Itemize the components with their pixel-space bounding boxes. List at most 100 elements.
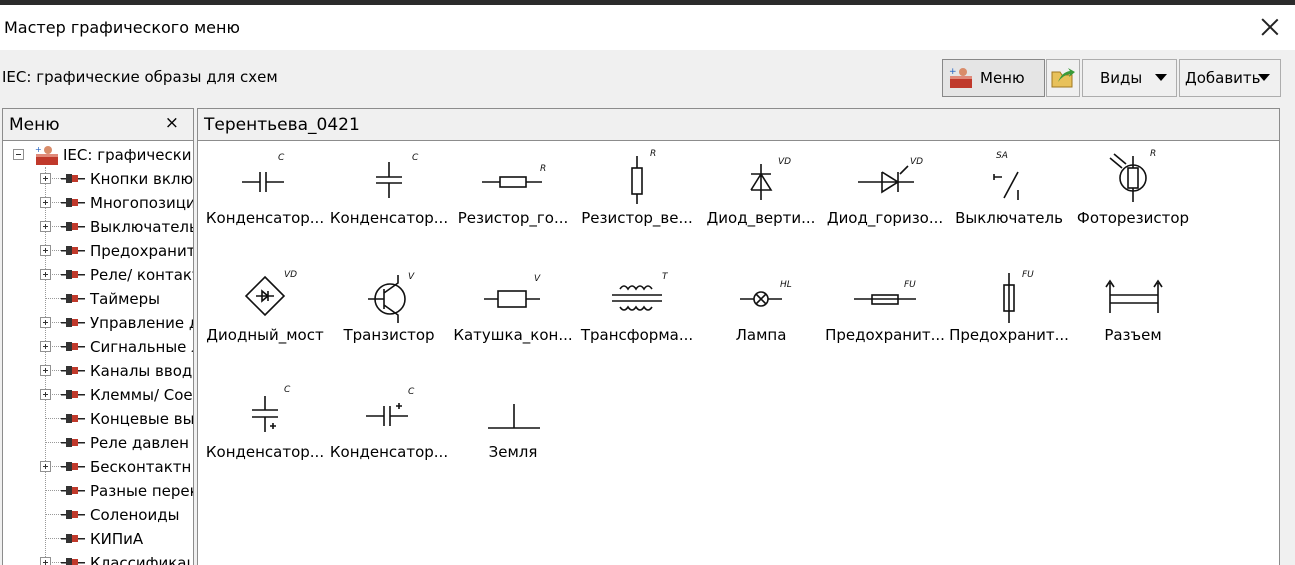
tree-item-label: Соленоиды	[90, 506, 180, 524]
tree-item[interactable]: Кнопки включ	[3, 167, 193, 191]
tree-item-label: Предохранит	[90, 242, 194, 260]
library-subtitle: IEC: графические образы для схем	[2, 68, 278, 86]
svg-text:V: V	[534, 274, 541, 284]
symbol-tile[interactable]: Земля	[451, 376, 575, 488]
tree-expand-icon[interactable]	[40, 461, 51, 472]
symbol-tile[interactable]: FU Предохранит...	[947, 259, 1071, 371]
symbol-tile[interactable]: T Трансформа...	[575, 259, 699, 371]
tree-item[interactable]: КИПиА	[3, 527, 193, 551]
tree-root-item[interactable]: + IEC: графически	[3, 143, 193, 167]
svg-text:+: +	[949, 67, 957, 77]
symbol-tile[interactable]: R Резистор_го...	[451, 142, 575, 254]
add-dropdown-button[interactable]: Добавить	[1179, 59, 1281, 97]
panel-close-icon[interactable]: ×	[165, 113, 179, 133]
symbol-tile[interactable]: Разъем	[1071, 259, 1195, 371]
tree-item[interactable]: Реле/ контакт	[3, 263, 194, 287]
tree-item[interactable]: Концевые вы	[3, 407, 193, 431]
tree-expand-icon[interactable]	[40, 269, 51, 280]
symbol-label: Фоторезистор	[1076, 209, 1190, 227]
tree-item[interactable]: Каналы ввод	[3, 359, 193, 383]
svg-text:C: C	[412, 153, 419, 163]
tree-item[interactable]: Сигнальные л	[3, 335, 193, 359]
menu-toggle-button[interactable]: + Меню	[942, 59, 1045, 97]
tree-item-label: Многопозици	[90, 194, 194, 212]
symbol-tile[interactable]: VD Диод_верти...	[699, 142, 823, 254]
symbol-label: Диод_горизо...	[826, 209, 944, 227]
symbol-tile[interactable]: VD Диод_горизо...	[823, 142, 947, 254]
tree-item-label: Таймеры	[90, 290, 161, 308]
connector-node-icon	[61, 342, 85, 351]
symbol-label: Предохранит...	[949, 326, 1069, 344]
symbol-tile[interactable]: VD Диодный_мост	[203, 259, 327, 371]
connector-node-icon	[61, 390, 85, 399]
tree-item[interactable]: Таймеры	[3, 287, 193, 311]
tree-branch-line	[52, 562, 61, 563]
tree-branch-line	[46, 538, 61, 539]
tree-expand-icon[interactable]	[40, 365, 51, 376]
open-folder-button[interactable]	[1046, 59, 1080, 97]
symbol-tile[interactable]: R Резистор_ве...	[575, 142, 699, 254]
tree-branch-line	[52, 370, 61, 371]
symbol-label: Резистор_го...	[457, 209, 569, 227]
tree-item[interactable]: Бесконтактн	[3, 455, 193, 479]
views-button-label: Виды	[1100, 69, 1143, 87]
close-window-button[interactable]	[1258, 15, 1282, 39]
tree-expand-icon[interactable]	[40, 557, 51, 565]
symbol-label: Предохранит...	[825, 326, 945, 344]
tree-item[interactable]: Соленоиды	[3, 503, 193, 527]
tree-item[interactable]: Управление д	[3, 311, 193, 335]
tree-branch-line	[52, 250, 61, 251]
tree-collapse-icon[interactable]	[13, 149, 24, 160]
tree-item-label: Реле давлен	[90, 434, 189, 452]
symbol-tile[interactable]: HL Лампа	[699, 259, 823, 371]
connector-node-icon	[61, 510, 85, 519]
tree-expand-icon[interactable]	[40, 221, 51, 232]
switch-icon: SA	[993, 151, 1019, 200]
tree-item[interactable]: Классификац	[3, 551, 193, 565]
tree-branch-line	[46, 418, 61, 419]
lamp-icon: HL	[740, 280, 792, 307]
symbol-tile[interactable]: C Конденсатор...	[327, 142, 451, 254]
symbol-tile[interactable]: R Фоторезистор	[1071, 142, 1195, 254]
svg-text:C: C	[408, 387, 415, 397]
symbol-tile[interactable]: C Конденсатор...	[203, 376, 327, 488]
tree-root-label: IEC: графически	[63, 146, 192, 164]
tree-expand-icon[interactable]	[40, 317, 51, 328]
tree-item[interactable]: Разные перек	[3, 479, 193, 503]
symbol-label: Диод_верти...	[706, 209, 816, 227]
tree-expand-icon[interactable]	[40, 389, 51, 400]
tree-item-label: КИПиА	[90, 530, 144, 548]
tree-expand-icon[interactable]	[40, 245, 51, 256]
svg-text:FU: FU	[904, 280, 916, 290]
tree-item-label: Реле/ контакт	[90, 266, 194, 284]
symbol-label: Конденсатор...	[205, 443, 325, 461]
transistor-icon: V	[368, 272, 415, 323]
symbol-label: Конденсатор...	[329, 443, 449, 461]
symbol-tile[interactable]: C Конденсатор...	[327, 376, 451, 488]
connector-node-icon	[61, 294, 85, 303]
tree-item[interactable]: Реле давлен	[3, 431, 193, 455]
tree-item[interactable]: Предохранит	[3, 239, 194, 263]
tree-expand-icon[interactable]	[40, 173, 51, 184]
symbol-tile[interactable]: SA Выключатель	[947, 142, 1071, 254]
connector-node-icon	[61, 222, 85, 231]
symbol-tile[interactable]: C Конденсатор...	[203, 142, 327, 254]
svg-text:HL: HL	[780, 280, 792, 290]
views-dropdown-button[interactable]: Виды	[1082, 59, 1177, 97]
connector-node-icon	[61, 486, 85, 495]
symbol-tile[interactable]: V Катушка_кон...	[451, 259, 575, 371]
ground-icon	[488, 404, 540, 429]
tree-item[interactable]: Многопозици	[3, 191, 194, 215]
symbol-tile[interactable]: V Транзистор	[327, 259, 451, 371]
symbol-label: Транзистор	[343, 326, 435, 344]
tree-expand-icon[interactable]	[40, 341, 51, 352]
resistor-v-icon: R	[631, 149, 656, 204]
symbol-tile[interactable]: FU Предохранит...	[823, 259, 947, 371]
svg-text:SA: SA	[996, 151, 1008, 161]
symbol-label: Резистор_ве...	[581, 209, 693, 227]
diode-h-icon: VD	[858, 157, 923, 194]
tree-item[interactable]: Выключатель	[3, 215, 193, 239]
tree-expand-icon[interactable]	[40, 197, 51, 208]
symbol-label: Катушка_кон...	[453, 326, 573, 344]
tree-item[interactable]: Клеммы/ Сое	[3, 383, 193, 407]
